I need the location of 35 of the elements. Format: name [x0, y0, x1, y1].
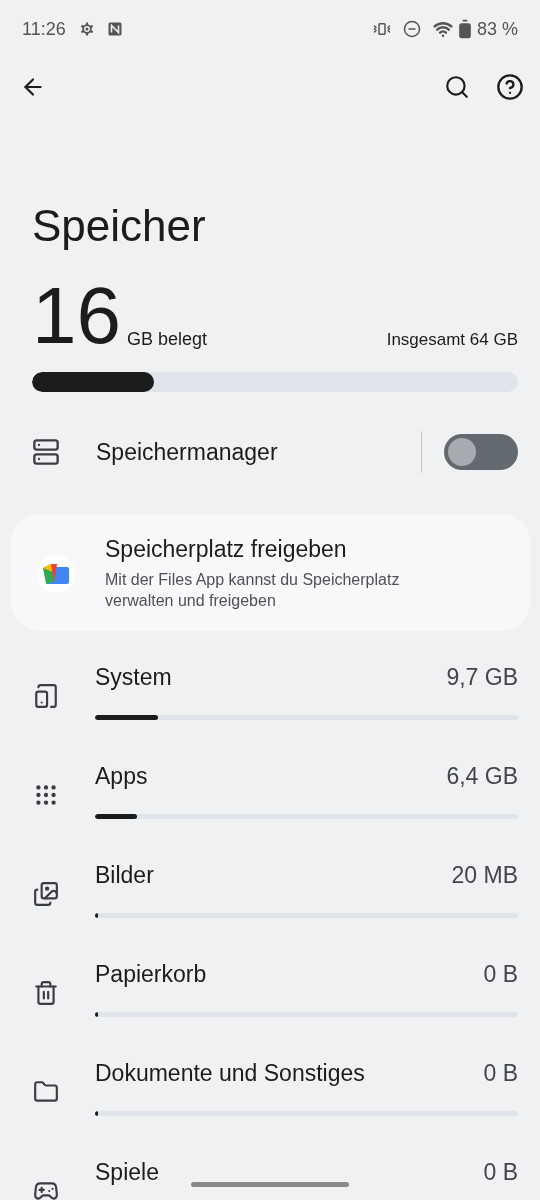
free-space-card[interactable]: Speicherplatz freigeben Mit der Files App kannst du Speicherplatz verwalten und freigeben — [11, 514, 530, 631]
category-name[interactable]: Apps — [95, 762, 148, 790]
storage-manager-switch[interactable] — [444, 434, 518, 470]
wifi-icon — [432, 19, 453, 39]
category-size: 0 B — [483, 1059, 518, 1087]
category-name[interactable]: Bilder — [95, 861, 154, 889]
category-name[interactable]: Papierkorb — [95, 960, 207, 988]
search-button[interactable] — [444, 74, 470, 100]
do-not-disturb-icon — [402, 20, 421, 38]
used-amount: 16 — [32, 278, 121, 354]
category-size: 6,4 GB — [446, 762, 518, 790]
images-icon — [33, 881, 59, 907]
help-button[interactable] — [496, 73, 524, 101]
vibrate-icon — [372, 20, 391, 38]
page-title: Speicher — [32, 200, 207, 252]
battery-percent: 83 % — [476, 18, 518, 40]
category-size: 9,7 GB — [446, 663, 518, 691]
category-name[interactable]: Spiele — [95, 1158, 159, 1186]
nfc-icon — [107, 22, 122, 36]
category-size: 0 B — [483, 960, 518, 988]
dots-grid-icon — [33, 782, 59, 808]
card-title: Speicherplatz freigeben — [105, 536, 348, 563]
category-size: 20 MB — [451, 861, 518, 889]
folder-icon — [33, 1079, 59, 1105]
category-name[interactable]: System — [95, 663, 172, 691]
files-app-icon — [43, 562, 69, 585]
storage-manager-icon — [32, 438, 60, 466]
category-name[interactable]: Dokumente und Sonstiges — [95, 1059, 365, 1087]
storage-manager-label: Speichermanager — [96, 438, 279, 466]
used-unit: GB belegt — [127, 329, 208, 350]
status-time: 11:26 — [22, 18, 66, 40]
trash-icon — [33, 980, 59, 1006]
total-storage: Insgesamt 64 GB — [386, 330, 518, 350]
category-size: 0 B — [483, 1158, 518, 1186]
card-description: Mit der Files App kannst du Speicherplatz verwalten und freigeben — [105, 570, 401, 611]
